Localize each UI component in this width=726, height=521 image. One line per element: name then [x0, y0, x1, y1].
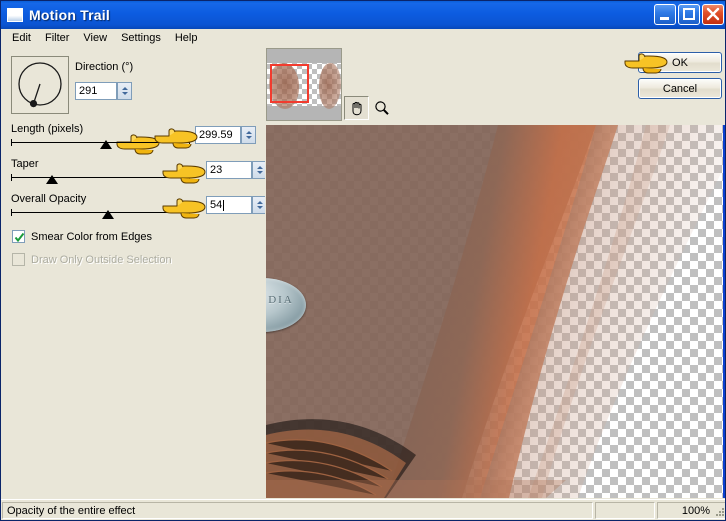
navigator-viewport-rect[interactable] [270, 64, 309, 103]
smear-color-row[interactable]: Smear Color from Edges [12, 230, 152, 243]
opacity-label: Overall Opacity [11, 193, 87, 205]
length-label: Length (pixels) [11, 123, 84, 135]
controls-panel: Direction (°) 291 Length (pixels) 299.59… [1, 47, 267, 499]
taper-slider-thumb[interactable] [46, 175, 58, 184]
status-bar: Opacity of the entire effect 100% [1, 499, 725, 520]
direction-field-group: 291 [75, 82, 132, 100]
direction-label: Direction (°) [75, 61, 134, 73]
menu-item-view[interactable]: View [76, 31, 114, 45]
length-slider-thumb[interactable] [100, 140, 112, 149]
window-controls [654, 4, 724, 25]
opacity-slider-thumb[interactable] [102, 210, 114, 219]
zoom-tool-button[interactable] [369, 96, 394, 120]
taper-track [11, 177, 190, 178]
taper-track-cap-right [189, 174, 190, 181]
opacity-field-group: 54 [206, 196, 267, 214]
checkmark-icon [14, 232, 25, 243]
preview-image [266, 125, 723, 498]
length-control: Length (pixels) [11, 123, 190, 149]
spinner-up-icon [256, 201, 263, 204]
spinner-up-icon [256, 166, 263, 169]
length-track-cap-right [189, 139, 190, 146]
direction-dial[interactable] [11, 56, 69, 114]
close-button[interactable] [702, 4, 724, 25]
motion-trail-dialog: Motion Trail Edit Filter View Settings H… [0, 0, 726, 521]
taper-label: Taper [11, 158, 39, 170]
menu-item-help[interactable]: Help [168, 31, 205, 45]
preview-canvas[interactable]: CLAUDIA ⚘ [266, 125, 725, 498]
minimize-button[interactable] [654, 4, 676, 25]
preview-panel: OK Cancel DIA [265, 47, 725, 499]
preview-navigator[interactable] [266, 48, 342, 121]
direction-control [11, 56, 69, 114]
title-bar: Motion Trail [1, 1, 725, 29]
opacity-track-cap-right [189, 209, 190, 216]
watermark-text: CLAUDIA [266, 293, 294, 306]
magnifier-icon [374, 101, 389, 115]
maximize-button[interactable] [678, 4, 700, 25]
taper-slider[interactable] [11, 173, 190, 184]
spinner-down-icon [256, 206, 263, 209]
draw-outside-selection-checkbox [12, 253, 25, 266]
spinner-down-icon [245, 136, 252, 139]
preview-toolbar [344, 96, 394, 120]
taper-input[interactable]: 23 [206, 161, 252, 179]
taper-field-group: 23 [206, 161, 267, 179]
menu-item-filter[interactable]: Filter [38, 31, 76, 45]
pan-tool-button[interactable] [344, 96, 369, 120]
taper-value: 23 [210, 164, 223, 176]
status-message: Opacity of the entire effect [2, 502, 593, 519]
smear-color-checkbox[interactable] [12, 230, 25, 243]
length-slider[interactable] [11, 138, 190, 149]
menu-item-edit[interactable]: Edit [5, 31, 38, 45]
window-title: Motion Trail [29, 7, 110, 23]
navigator-band-top [267, 49, 341, 63]
direction-value: 291 [79, 85, 98, 97]
spinner-down-icon [121, 92, 128, 95]
smear-color-label: Smear Color from Edges [31, 230, 153, 243]
opacity-value: 54 [210, 199, 223, 211]
opacity-track-cap-left [11, 209, 12, 216]
app-icon [7, 8, 23, 22]
length-track-cap-left [11, 139, 12, 146]
taper-control: Taper [11, 158, 190, 184]
spinner-up-icon [121, 87, 128, 90]
resize-grip-icon[interactable] [713, 506, 725, 518]
draw-outside-selection-row: Draw Only Outside Selection [12, 253, 172, 266]
opacity-slider[interactable] [11, 208, 190, 219]
status-secondary [595, 502, 655, 519]
length-field-group: 299.59 [195, 126, 256, 144]
direction-spinner[interactable] [117, 82, 132, 100]
spinner-down-icon [256, 171, 263, 174]
opacity-input[interactable]: 54 [206, 196, 252, 214]
length-spinner[interactable] [241, 126, 256, 144]
spinner-up-icon [245, 131, 252, 134]
text-caret [223, 199, 225, 211]
cancel-button[interactable]: Cancel [638, 78, 722, 99]
opacity-control: Overall Opacity [11, 193, 190, 219]
length-input[interactable]: 299.59 [195, 126, 241, 144]
menu-bar: Edit Filter View Settings Help [1, 29, 725, 47]
draw-outside-selection-label: Draw Only Outside Selection [31, 253, 172, 266]
opacity-track [11, 212, 190, 213]
ok-button[interactable]: OK [638, 52, 722, 73]
length-value: 299.59 [199, 129, 233, 141]
hand-icon [352, 101, 361, 116]
menu-item-settings[interactable]: Settings [114, 31, 168, 45]
taper-track-cap-left [11, 174, 12, 181]
direction-input[interactable]: 291 [75, 82, 117, 100]
